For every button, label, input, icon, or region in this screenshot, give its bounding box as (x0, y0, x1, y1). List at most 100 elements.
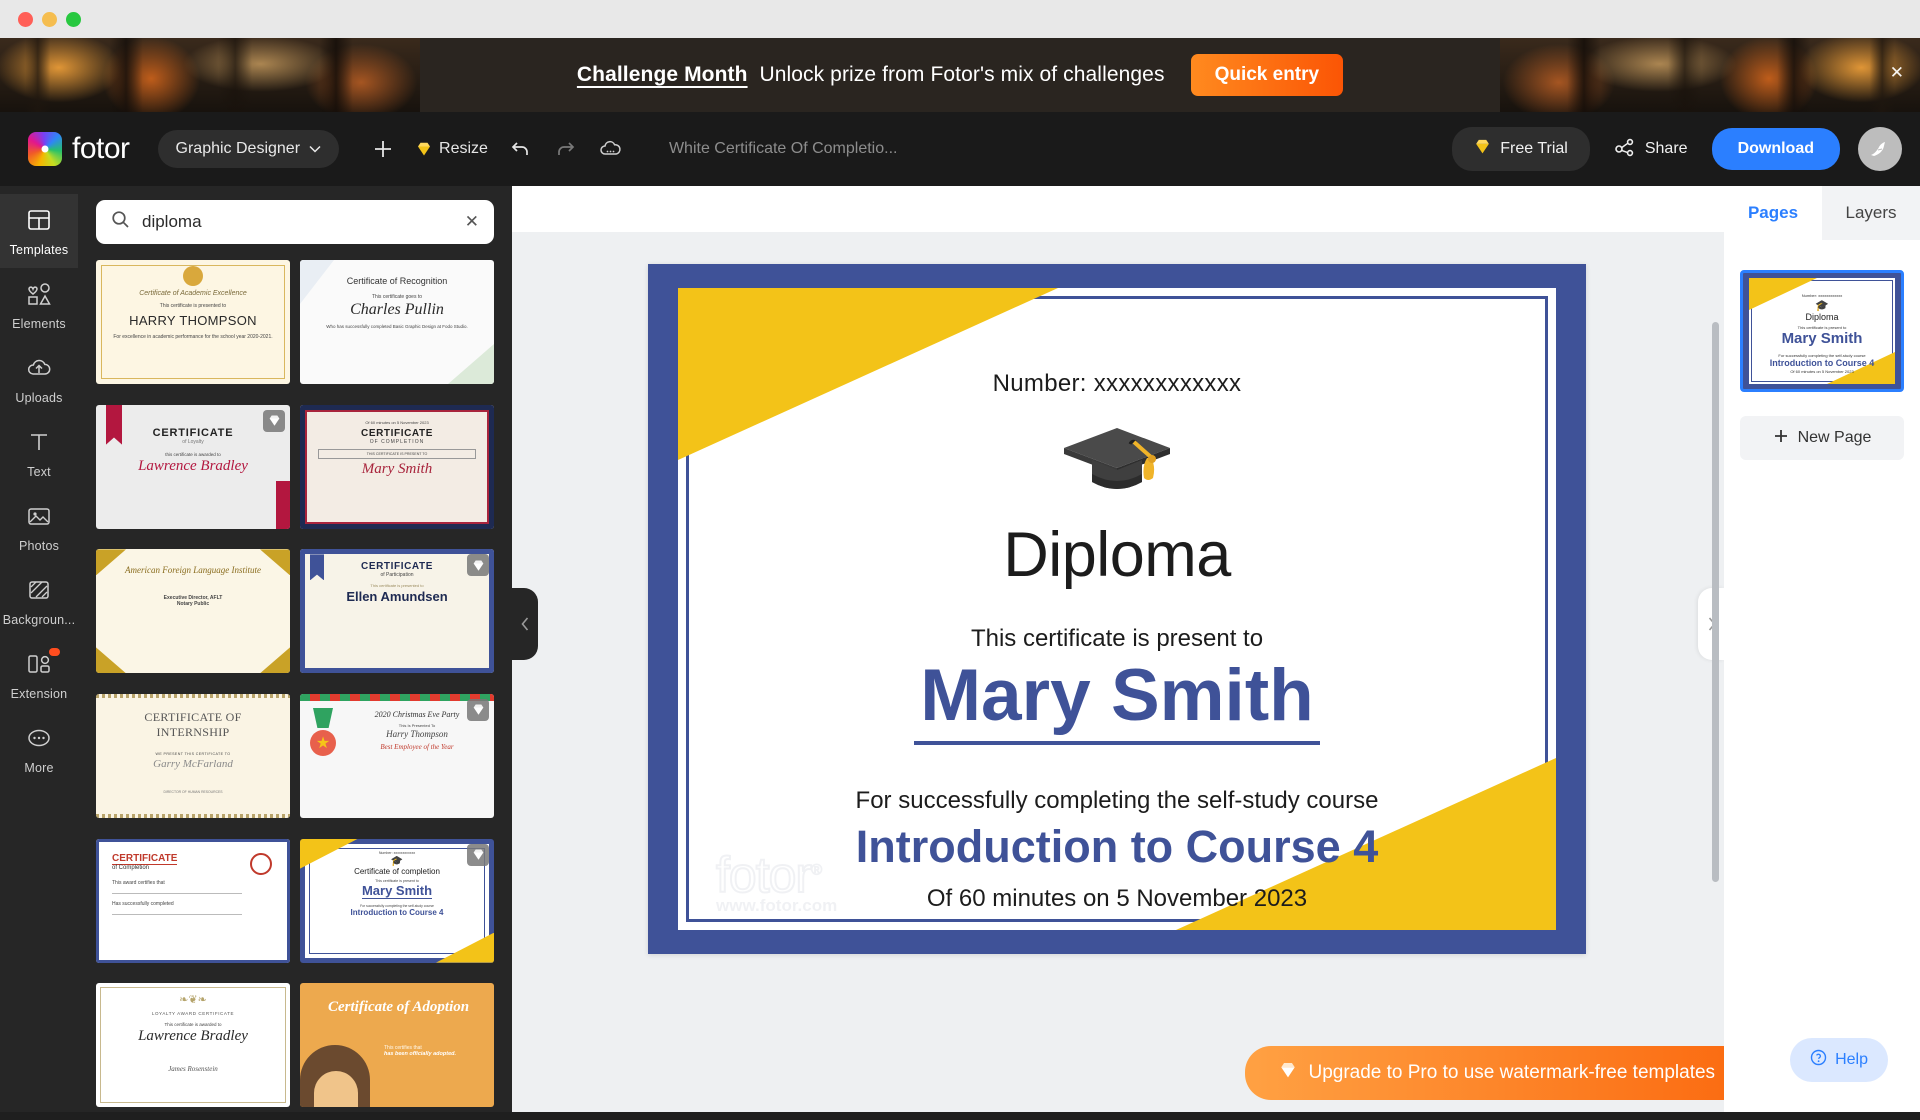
window-minimize-button[interactable] (42, 11, 57, 27)
chevron-down-icon (309, 140, 321, 158)
certificate-inner: Number: xxxxxxxxxxxx Diploma This certif… (678, 288, 1556, 930)
templates-panel: ✕ Certificate of Academic Excellence Thi… (78, 186, 512, 1112)
mode-selector[interactable]: Graphic Designer (157, 130, 340, 168)
certificate-recipient[interactable]: Mary Smith (914, 655, 1320, 745)
quick-entry-button[interactable]: Quick entry (1190, 54, 1344, 96)
template-card[interactable]: Of 60 minutes on 5 November 2023 CERTIFI… (300, 404, 494, 529)
undo-button[interactable] (499, 131, 543, 167)
promo-banner: Challenge Month Unlock prize from Fotor'… (0, 38, 1920, 112)
sidebar-item-extension[interactable]: Extension (0, 638, 78, 712)
template-card[interactable]: CERTIFICATE of Participation This certif… (300, 549, 494, 674)
sidebar-item-photos[interactable]: Photos (0, 490, 78, 564)
resize-label: Resize (439, 140, 488, 157)
template-recipient: Lawrence Bradley (138, 1028, 248, 1045)
sidebar-item-templates[interactable]: Templates (0, 194, 78, 268)
share-button[interactable]: Share (1608, 131, 1694, 168)
tab-layers[interactable]: Layers (1822, 186, 1920, 240)
template-recipient: Garry McFarland (153, 757, 233, 770)
certificate-title[interactable]: Diploma (1003, 519, 1231, 591)
template-card[interactable]: ❧❦❧ LOYALTY AWARD CERTIFICATE This certi… (96, 983, 290, 1108)
template-line1: This certificate is presented to (370, 583, 424, 589)
templates-icon (26, 207, 52, 238)
search-box[interactable]: ✕ (96, 200, 494, 244)
page-thumb-recipient: Mary Smith (1781, 330, 1863, 347)
banner-subtext: Unlock prize from Fotor's mix of challen… (759, 63, 1165, 86)
template-line2: Notary Public (176, 601, 210, 607)
app-toolbar: fotor Graphic Designer Resize White Cert… (0, 112, 1920, 186)
canvas-scrollbar[interactable] (1712, 322, 1719, 882)
redo-button[interactable] (543, 131, 587, 167)
free-trial-label: Free Trial (1500, 140, 1568, 157)
sidebar-item-text[interactable]: Text (0, 416, 78, 490)
free-trial-button[interactable]: Free Trial (1452, 127, 1590, 171)
question-mark-icon (1810, 1049, 1827, 1071)
banner-headline: Challenge Month (576, 63, 748, 86)
certificate-duration-line[interactable]: Of 60 minutes on 5 November 2023 (927, 885, 1307, 913)
certificate-for-line[interactable]: For successfully completing the self-stu… (856, 787, 1379, 815)
uploads-icon (26, 355, 52, 386)
template-card[interactable]: Certificate of Recognition This certific… (300, 260, 494, 384)
expand-right-panel-handle[interactable] (1698, 588, 1724, 660)
template-grid: Certificate of Academic Excellence This … (96, 260, 494, 1120)
window-maximize-button[interactable] (66, 11, 81, 27)
template-card[interactable]: Certificate of Academic Excellence This … (96, 260, 290, 384)
tab-pages[interactable]: Pages (1724, 186, 1822, 240)
template-number: Of 60 minutes on 5 November 2023 (365, 419, 429, 425)
template-line1: This certificate is presented to (159, 303, 227, 309)
template-card[interactable]: Certificate of Adoption This certifies t… (300, 983, 494, 1108)
sidebar-item-uploads[interactable]: Uploads (0, 342, 78, 416)
template-line1: WE PRESENT THIS CERTIFICATE TO (155, 751, 231, 756)
template-card[interactable]: Number: xxxxxxxxxxxx 🎓 Certificate of co… (300, 838, 494, 963)
collapse-left-panel-handle[interactable] (512, 588, 538, 660)
template-line1: This certificate is awarded to (164, 1022, 222, 1028)
search-input[interactable] (142, 212, 453, 232)
canvas-area[interactable]: Number: xxxxxxxxxxxx Diploma This certif… (512, 186, 1920, 1112)
plus-icon (372, 138, 394, 160)
help-button[interactable]: Help (1790, 1038, 1888, 1082)
fotor-logo[interactable]: fotor (28, 132, 130, 166)
template-line2: Has successfully completed (112, 900, 174, 907)
download-button[interactable]: Download (1711, 128, 1840, 170)
sidebar-item-background[interactable]: Backgroun... (0, 564, 78, 638)
extension-new-badge (49, 648, 60, 656)
sidebar-item-elements[interactable]: Elements (0, 268, 78, 342)
user-avatar[interactable] (1858, 127, 1902, 171)
template-title: American Foreign Language Institute (125, 565, 261, 576)
sidebar-label-elements: Elements (12, 317, 66, 331)
template-card[interactable]: CERTIFICATE OF INTERNSHIP WE PRESENT THI… (96, 693, 290, 818)
page-thumb-title: Diploma (1805, 312, 1839, 322)
clear-search-icon[interactable]: ✕ (465, 212, 479, 232)
window-close-button[interactable] (18, 11, 33, 27)
new-page-button[interactable]: New Page (1740, 416, 1904, 460)
certificate-number[interactable]: Number: xxxxxxxxxxxx (993, 370, 1242, 398)
fotor-logo-text: fotor (72, 132, 130, 165)
resize-button[interactable]: Resize (405, 132, 499, 166)
certificate-course[interactable]: Introduction to Course 4 (856, 821, 1379, 873)
diamond-pro-icon (1474, 138, 1491, 160)
template-card[interactable]: CERTIFICATE of Loyalty this certificate … (96, 404, 290, 529)
cloud-save-button[interactable] (587, 131, 633, 167)
sidebar-label-extension: Extension (10, 687, 68, 701)
template-recipient: Charles Pullin (350, 301, 444, 318)
page-thumb-number: Number: xxxxxxxxxxxx (1801, 293, 1843, 298)
sidebar-label-background: Backgroun... (2, 613, 76, 627)
banner-close-icon[interactable]: ✕ (1890, 63, 1904, 83)
template-card[interactable]: ★ 2020 Christmas Eve Party This Is Prese… (300, 693, 494, 818)
graduation-cap-icon[interactable] (1052, 412, 1182, 517)
cloud-icon (598, 139, 622, 159)
document-title[interactable]: White Certificate Of Completio... (669, 140, 898, 158)
upgrade-to-pro-button[interactable]: Upgrade to Pro to use watermark-free tem… (1245, 1046, 1750, 1100)
template-title: Certificate of Adoption (328, 999, 470, 1016)
certificate-present-line[interactable]: This certificate is present to (971, 625, 1263, 653)
page-thumbnail[interactable]: Number: xxxxxxxxxxxx 🎓 Diploma This cert… (1740, 270, 1904, 392)
template-card[interactable]: American Foreign Language Institute Exec… (96, 549, 290, 674)
certificate-canvas[interactable]: Number: xxxxxxxxxxxx Diploma This certif… (648, 264, 1586, 954)
template-card[interactable]: CERTIFICATE of Completion This award cer… (96, 838, 290, 963)
share-icon (1614, 137, 1636, 162)
page-thumb-duration: Of 60 minutes on 5 November 2023 (1790, 369, 1854, 374)
sidebar-item-more[interactable]: More (0, 712, 78, 786)
new-page-label: New Page (1797, 429, 1872, 446)
add-page-button[interactable] (361, 130, 405, 168)
template-recipient: Harry Thompson (386, 728, 448, 739)
template-line1: THIS CERTIFICATE IS PRESENT TO (318, 448, 476, 459)
